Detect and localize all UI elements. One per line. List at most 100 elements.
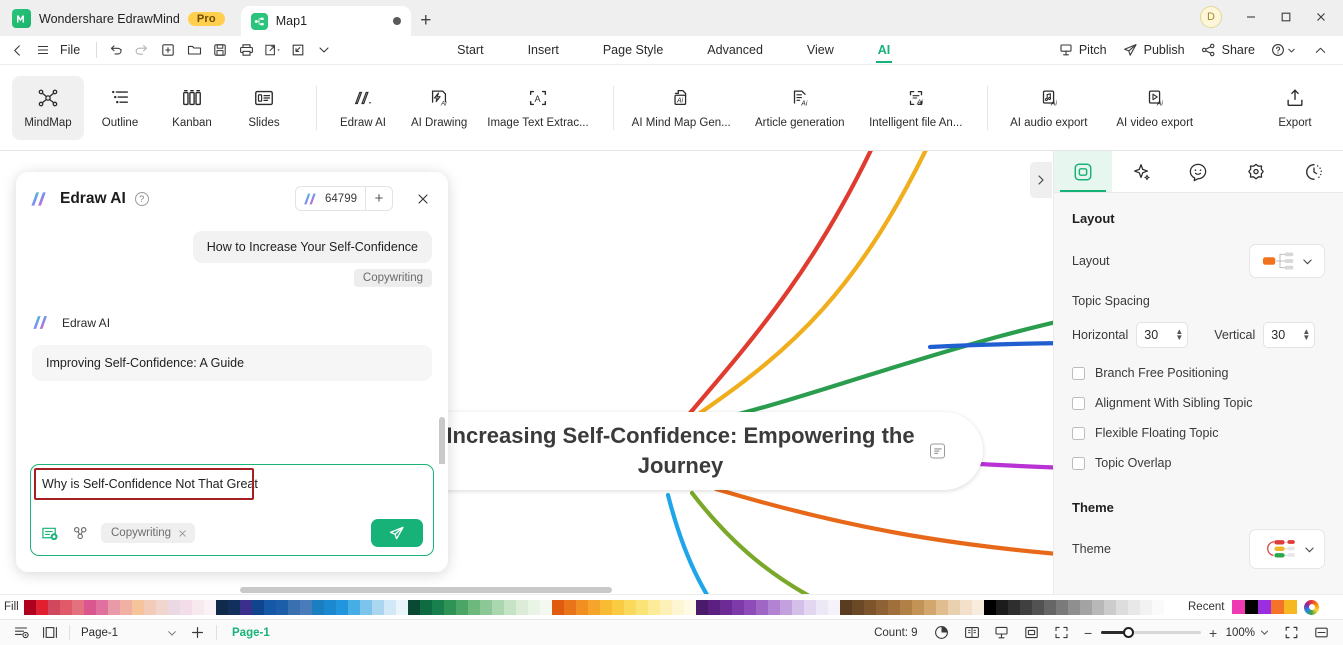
ribbon-ai-video-export-button[interactable]: Ai AI video export — [1102, 76, 1208, 140]
tab-clipart[interactable] — [1227, 151, 1285, 192]
undo-icon[interactable] — [103, 37, 129, 63]
color-swatch[interactable] — [60, 599, 72, 615]
chevron-down-icon[interactable] — [1260, 628, 1269, 637]
checkbox-box[interactable] — [1072, 456, 1085, 470]
tab-page-style[interactable]: Page Style — [601, 39, 665, 62]
tab-insert[interactable]: Insert — [526, 39, 561, 62]
stepper-arrows[interactable]: ▲ ▼ — [1302, 328, 1310, 342]
checkbox-box[interactable] — [1072, 366, 1085, 380]
color-swatch[interactable] — [900, 599, 912, 615]
pitch-button[interactable]: Pitch — [1054, 43, 1112, 57]
color-swatch[interactable] — [1152, 599, 1164, 615]
color-swatch[interactable] — [1056, 599, 1068, 615]
color-swatch[interactable] — [528, 599, 540, 615]
color-swatch[interactable] — [912, 599, 924, 615]
central-topic[interactable]: Increasing Self-Confidence: Empowering t… — [378, 412, 983, 490]
color-palette[interactable] — [24, 599, 1176, 615]
color-swatch[interactable] — [444, 599, 456, 615]
color-swatch[interactable] — [108, 599, 120, 615]
color-swatch[interactable] — [48, 599, 60, 615]
fullscreen-view-icon[interactable] — [1048, 620, 1076, 645]
color-swatch[interactable] — [516, 599, 528, 615]
open-icon[interactable] — [181, 37, 207, 63]
color-swatch[interactable] — [360, 599, 372, 615]
color-swatch[interactable] — [144, 599, 156, 615]
fit-width-icon[interactable] — [1307, 620, 1335, 645]
ribbon-ai-drawing-button[interactable]: Ai AI Drawing — [401, 76, 477, 140]
color-swatch[interactable] — [612, 599, 624, 615]
ribbon-slides-button[interactable]: Slides — [228, 76, 300, 140]
color-swatch[interactable] — [672, 599, 684, 615]
color-swatch[interactable] — [480, 599, 492, 615]
color-swatch[interactable] — [1068, 599, 1080, 615]
publish-button[interactable]: Publish — [1118, 43, 1190, 57]
color-swatch[interactable] — [732, 599, 744, 615]
import-icon[interactable] — [285, 37, 311, 63]
color-swatch[interactable] — [1116, 599, 1128, 615]
topic-note-icon[interactable] — [930, 443, 945, 459]
color-swatch[interactable] — [36, 599, 48, 615]
zoom-slider-handle[interactable] — [1122, 626, 1134, 638]
book-view-icon[interactable] — [958, 620, 986, 645]
color-swatch[interactable] — [720, 599, 732, 615]
tab-view[interactable]: View — [805, 39, 836, 62]
share-button[interactable]: Share — [1196, 43, 1260, 57]
color-swatch[interactable] — [576, 599, 588, 615]
add-page-button[interactable] — [183, 620, 211, 645]
close-icon[interactable] — [1304, 4, 1337, 30]
color-swatch[interactable] — [600, 599, 612, 615]
color-swatch[interactable] — [156, 599, 168, 615]
horizontal-stepper[interactable]: 30 ▲ ▼ — [1136, 322, 1189, 348]
layout-dropdown[interactable] — [1249, 244, 1325, 278]
presentation-view-icon[interactable] — [988, 620, 1016, 645]
color-swatch[interactable] — [228, 599, 240, 615]
tab-emoji[interactable] — [1170, 151, 1228, 192]
color-swatch[interactable] — [1104, 599, 1116, 615]
color-swatch[interactable] — [24, 599, 36, 615]
recent-colors[interactable] — [1232, 600, 1298, 614]
color-swatch[interactable] — [948, 599, 960, 615]
color-swatch[interactable] — [504, 599, 516, 615]
color-swatch[interactable] — [756, 599, 768, 615]
chevron-up-icon[interactable] — [1307, 37, 1333, 63]
color-swatch[interactable] — [924, 599, 936, 615]
color-swatch[interactable] — [1092, 599, 1104, 615]
ai-input-field[interactable]: Why is Self-Confidence Not That Great — [42, 477, 422, 491]
color-swatch[interactable] — [1080, 599, 1092, 615]
ribbon-intelligent-file-analysis-button[interactable]: Ai Intelligent file An... — [859, 76, 973, 140]
print-icon[interactable] — [233, 37, 259, 63]
color-swatch[interactable] — [312, 599, 324, 615]
zoom-in-button[interactable]: + — [1207, 625, 1220, 641]
color-swatch[interactable] — [456, 599, 468, 615]
ribbon-export-button[interactable]: Export — [1259, 76, 1331, 140]
screenshot-icon[interactable] — [41, 525, 60, 542]
ai-chat-messages[interactable]: How to Increase Your Self-Confidence Cop… — [16, 217, 448, 464]
color-swatch[interactable] — [888, 599, 900, 615]
ai-chat-scrollbar[interactable] — [439, 417, 445, 464]
recent-color-swatch[interactable] — [1232, 600, 1246, 614]
ribbon-outline-button[interactable]: Outline — [84, 76, 156, 140]
color-swatch[interactable] — [1044, 599, 1056, 615]
color-swatch[interactable] — [864, 599, 876, 615]
ribbon-image-text-extract-button[interactable]: A Image Text Extrac... — [477, 76, 598, 140]
checkbox-branch-free-positioning[interactable]: Branch Free Positioning — [1072, 366, 1325, 380]
zoom-control[interactable]: − + — [1082, 625, 1220, 641]
color-swatch[interactable] — [648, 599, 660, 615]
color-swatch[interactable] — [624, 599, 636, 615]
color-swatch[interactable] — [792, 599, 804, 615]
color-swatch[interactable] — [396, 599, 408, 615]
new-icon[interactable] — [155, 37, 181, 63]
more-chevron-icon[interactable] — [311, 37, 337, 63]
color-swatch[interactable] — [540, 599, 552, 615]
save-icon[interactable] — [207, 37, 233, 63]
help-button[interactable] — [1266, 43, 1301, 57]
color-wheel-icon[interactable] — [1304, 599, 1320, 615]
color-swatch[interactable] — [588, 599, 600, 615]
ai-input-container[interactable]: Why is Self-Confidence Not That Great Co… — [30, 464, 434, 556]
checkbox-flexible-floating-topic[interactable]: Flexible Floating Topic — [1072, 426, 1325, 440]
zoom-value[interactable]: 100% — [1226, 627, 1255, 639]
active-page-tab[interactable]: Page-1 — [232, 627, 270, 639]
color-swatch[interactable] — [372, 599, 384, 615]
redo-icon[interactable] — [129, 37, 155, 63]
color-swatch[interactable] — [204, 599, 216, 615]
